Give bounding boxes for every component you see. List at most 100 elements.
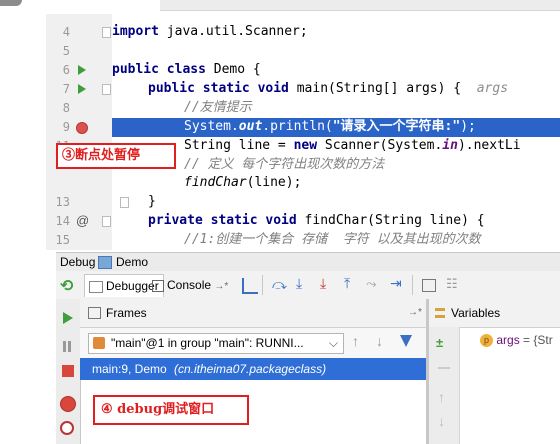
code-text: ); xyxy=(460,119,476,134)
string-literal: "请录入一个字符串:" xyxy=(332,119,461,134)
fold-marker-icon[interactable] xyxy=(102,84,111,95)
code-line: 5 xyxy=(0,42,560,61)
chevron-down-icon[interactable]: ⌵ xyxy=(329,334,338,353)
code-line: 4 import java.util.Scanner; xyxy=(0,23,560,42)
line-number: 6 xyxy=(62,63,70,77)
code-text: System. xyxy=(184,119,239,134)
code-text: java.util.Scanner; xyxy=(158,24,308,39)
code-text: .println( xyxy=(262,119,333,134)
variables-actions-bar: ± ↑ ↓ xyxy=(428,327,460,444)
line-number: 4 xyxy=(62,25,70,39)
variable-name: args xyxy=(496,333,520,347)
thread-label: "main"@1 in group "main": RUNNI... xyxy=(111,336,304,350)
run-icon[interactable] xyxy=(78,84,86,94)
line-number: 13 xyxy=(55,195,70,209)
arrow-down-icon[interactable]: ↓ xyxy=(438,413,445,429)
code-line: 14 @ private static void findChar(String… xyxy=(0,212,560,231)
tab-console[interactable]: Console →* xyxy=(148,274,232,296)
new-watch-icon[interactable]: ± xyxy=(436,335,443,350)
thread-icon xyxy=(93,337,105,349)
method-call: findChar xyxy=(184,175,247,190)
variables-panel-header: Variables xyxy=(428,299,560,328)
resume-icon[interactable] xyxy=(63,312,73,324)
callout-debug-window: ④ debug调试窗口 xyxy=(93,395,249,425)
code-text: String line = xyxy=(184,138,294,153)
debugger-tab-icon xyxy=(89,280,103,293)
fold-marker-icon[interactable] xyxy=(102,27,111,38)
line-number: 15 xyxy=(55,233,70,247)
pin-icon[interactable]: →* xyxy=(214,281,228,292)
line-number: 5 xyxy=(62,44,70,58)
variables-icon xyxy=(435,308,445,318)
pause-icon[interactable] xyxy=(63,341,66,352)
code-line: 6 public class Demo { xyxy=(0,61,560,80)
keyword: new xyxy=(293,138,318,153)
frame-package: (cn.itheima07.packageclass) xyxy=(174,362,327,376)
step-out-icon[interactable]: ⤒ xyxy=(344,275,358,291)
keyword: private static void xyxy=(148,213,297,228)
show-execution-point-icon[interactable] xyxy=(242,278,258,294)
line-number: 7 xyxy=(62,82,70,96)
parameter-badge: p xyxy=(480,334,493,348)
override-marker-icon[interactable]: @ xyxy=(76,213,89,228)
mute-breakpoints-icon[interactable] xyxy=(60,421,74,435)
rerun-icon[interactable]: ⟲ xyxy=(60,276,73,296)
debug-config-name[interactable]: Demo xyxy=(116,255,148,269)
tab-console-label: Console xyxy=(167,278,212,292)
comment: //友情提示 xyxy=(184,100,252,115)
fold-marker-icon[interactable] xyxy=(120,197,129,208)
evaluate-expression-icon[interactable] xyxy=(422,279,436,292)
code-line: findChar(line); xyxy=(0,174,560,193)
frames-title: Frames xyxy=(106,306,147,320)
line-number: 14 xyxy=(55,214,70,228)
code-text: (line); xyxy=(246,175,302,190)
code-text: main(String[] args) { xyxy=(288,81,462,96)
console-tab-icon xyxy=(152,279,164,292)
filter-icon[interactable] xyxy=(400,335,412,347)
run-to-cursor-icon[interactable]: ⇥ xyxy=(390,275,404,291)
stop-icon[interactable] xyxy=(62,365,74,377)
drop-frame-icon[interactable]: ⤳ xyxy=(366,276,380,291)
toolbar-separator xyxy=(262,275,263,295)
view-breakpoints-icon[interactable] xyxy=(60,396,76,412)
force-step-into-icon[interactable]: ⤓ xyxy=(320,275,334,291)
trace-icon[interactable]: ☷ xyxy=(446,276,460,291)
frames-panel-header: Frames →* xyxy=(80,299,426,328)
arrow-down-icon[interactable]: ↓ xyxy=(376,333,383,349)
breakpoint-icon[interactable] xyxy=(76,122,88,134)
code-field: out xyxy=(238,119,263,134)
run-icon[interactable] xyxy=(78,65,86,75)
code-text: findChar(String line) { xyxy=(296,213,485,228)
step-into-icon[interactable]: ⤓ xyxy=(296,275,310,291)
line-number: 8 xyxy=(62,101,70,115)
remove-watch-icon[interactable] xyxy=(438,367,450,369)
arrow-up-icon[interactable]: ↑ xyxy=(438,389,445,405)
config-icon xyxy=(98,256,112,269)
debug-actions-bar xyxy=(56,299,81,444)
frame-location: main:9, Demo xyxy=(92,362,167,376)
frame-list-item-selected[interactable]: main:9, Demo (cn.itheima07.packageclass) xyxy=(80,358,426,380)
thread-selector-row: "main"@1 in group "main": RUNNI... ⌵ ↑ ↓ xyxy=(80,328,426,358)
debug-title: Debug xyxy=(60,255,96,269)
arrow-up-icon[interactable]: ↑ xyxy=(352,333,359,349)
code-text: Scanner(System. xyxy=(317,138,443,153)
toolbar-separator xyxy=(412,275,413,295)
variables-title: Variables xyxy=(451,306,501,320)
thread-dropdown[interactable]: "main"@1 in group "main": RUNNI... ⌵ xyxy=(88,333,344,354)
code-text: ).nextLi xyxy=(457,138,521,153)
keyword: public class xyxy=(112,62,206,77)
variable-row[interactable]: p args = {Str xyxy=(480,333,553,348)
keyword: public static void xyxy=(148,81,289,96)
code-line: 15 //1:创建一个集合 存储 字符 以及其出现的次数 xyxy=(0,231,560,250)
frames-pin-icon[interactable]: →* xyxy=(408,307,422,318)
code-text: } xyxy=(148,194,156,209)
window-corner xyxy=(0,0,22,6)
debug-window-titlebar: Debug Demo xyxy=(56,252,560,271)
fold-marker-icon[interactable] xyxy=(102,216,111,227)
step-over-icon[interactable]: ⤼ xyxy=(272,276,287,292)
code-line: 8 //友情提示 xyxy=(0,99,560,118)
frames-icon xyxy=(88,307,101,319)
code-line-breakpoint: 9 System.out.println("请录入一个字符串:"); xyxy=(0,118,560,137)
line-number: 9 xyxy=(62,120,70,134)
editor-tab-bar xyxy=(160,0,560,11)
